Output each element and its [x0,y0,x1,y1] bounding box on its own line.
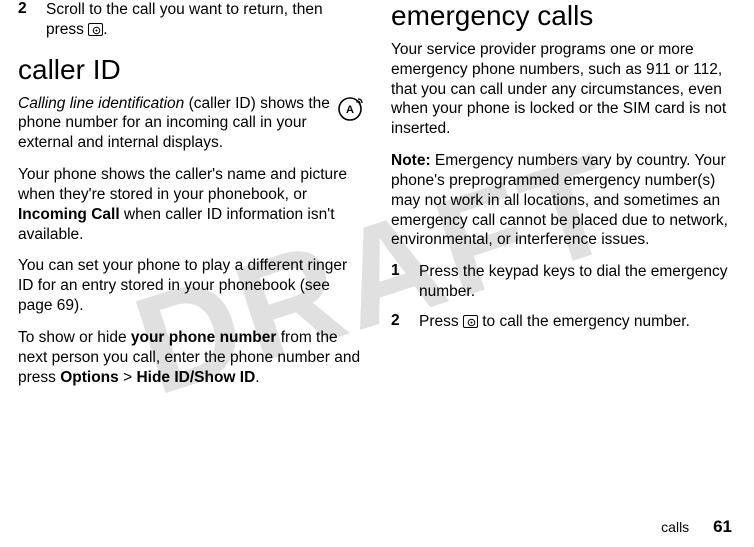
left-column: 2 Scroll to the call you want to return,… [18,0,363,399]
step-text: Press the keypad keys to dial the emerge… [419,262,736,302]
note-label: Note: [391,152,431,169]
right-column: emergency calls Your service provider pr… [391,0,736,399]
text-bold: Incoming Call [18,206,120,223]
page-columns: 2 Scroll to the call you want to return,… [0,0,754,399]
footer-page-number: 61 [713,517,732,536]
page-footer: calls 61 [661,517,732,537]
step-text: Press to call the emergency number. [419,312,736,332]
step-number: 2 [18,0,32,40]
svg-text:A: A [346,104,354,116]
step-2-return-call: 2 Scroll to the call you want to return,… [18,0,363,40]
text: to call the emergency number. [478,313,690,330]
emergency-step-1: 1 Press the keypad keys to dial the emer… [391,262,736,302]
step-number: 2 [391,312,405,332]
text: . [255,369,259,386]
emergency-para-1: Your service provider programs one or mo… [391,40,736,139]
text: Press [419,313,463,330]
network-feature-icon: A [337,96,363,128]
caller-id-para-1: A Calling line identification (caller ID… [18,94,363,153]
text-bold: Hide ID/Show ID [136,369,255,386]
footer-section: calls [661,519,689,535]
caller-id-para-4: To show or hide your phone number from t… [18,328,363,387]
caller-id-para-3: You can set your phone to play a differe… [18,256,363,315]
send-key-icon [463,315,478,328]
text: > [119,369,137,386]
step-number: 1 [391,262,405,302]
heading-emergency: emergency calls [391,0,736,32]
emergency-para-note: Note: Emergency numbers vary by country.… [391,151,736,250]
text: Emergency numbers vary by country. Your … [391,152,728,248]
heading-caller-id: caller ID [18,54,363,86]
emergency-step-2: 2 Press to call the emergency number. [391,312,736,332]
text-bold: Options [60,369,119,386]
send-key-icon [88,23,103,36]
text-bold: your phone number [131,329,277,346]
text: To show or hide [18,329,131,346]
text: Your phone shows the caller's name and p… [18,166,347,203]
caller-id-para-2: Your phone shows the caller's name and p… [18,165,363,244]
step-text: Scroll to the call you want to return, t… [46,0,363,40]
text-italic: Calling line identification [18,95,184,112]
